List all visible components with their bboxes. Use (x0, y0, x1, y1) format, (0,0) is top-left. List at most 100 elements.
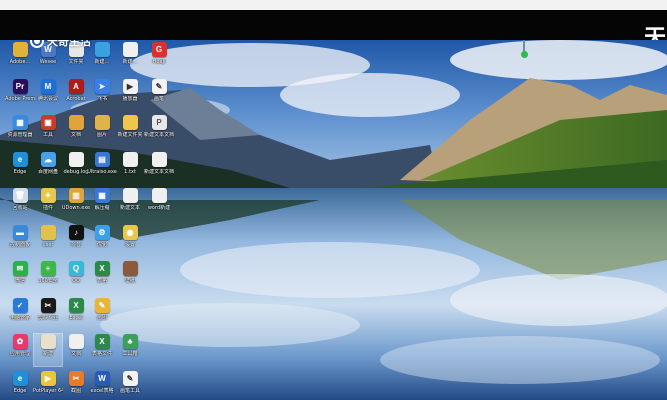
excel-icon: X (68, 297, 84, 313)
app-icon: ♣ (122, 334, 138, 349)
desktop-icon[interactable]: 新建… (116, 42, 144, 74)
desktop-icon[interactable]: 新建文件夹 (116, 115, 144, 147)
desktop-icon-label: 电脑管家 (9, 314, 30, 321)
desktop-icon-label: 回收站 (12, 205, 28, 211)
desktop-icon[interactable]: ▤ Ultraiso.exe (87, 151, 117, 184)
app-icon: ✂ (68, 370, 84, 386)
desktop-icon[interactable]: ♪ 抖音 (62, 224, 90, 257)
desktop-icon[interactable]: +360安全 (34, 261, 62, 293)
desktop-icon[interactable]: ✂ 剪映专业 (34, 297, 62, 330)
desktop-icon-label: 新建文本文档 (144, 168, 174, 175)
edge-icon: e (12, 370, 28, 386)
desktop-icon-label: Ultraiso.exe (87, 168, 117, 175)
document-icon (122, 151, 138, 167)
desktop-icon-label: Edge (13, 387, 27, 394)
desktop-icon[interactable]: user (34, 224, 62, 257)
desktop-icon[interactable]: ▣ 工具 (34, 115, 62, 147)
capcut-icon: ✂ (40, 297, 56, 313)
desktop-icon[interactable]: ▥ UDown.exe (62, 188, 90, 220)
acrobat-icon: A (68, 78, 84, 94)
desktop-icon[interactable]: 新建… (88, 42, 116, 74)
tiktok-icon: ♪ (68, 224, 84, 240)
desktop-icon[interactable]: 新建文本文档 (144, 151, 174, 184)
desktop-icon[interactable]: ✉ 微信 (6, 261, 34, 293)
desktop-icon-label: 插件 (42, 205, 53, 211)
app-icon: ✿ (12, 334, 28, 349)
edge-icon: e (12, 151, 28, 167)
desktop-icon[interactable]: X Excel (62, 297, 90, 330)
app-icon: ▶ (122, 78, 138, 94)
desktop-icon[interactable]: ▦ 解压缩 (88, 188, 116, 220)
desktop-icon[interactable]: 壁纸 (116, 261, 144, 293)
desktop-icon[interactable]: ⚙ 优化 (88, 224, 116, 257)
desktop-icon[interactable]: ✓ 电脑管家 (6, 297, 34, 330)
desktop-icon-label: 表格文件 (91, 351, 112, 357)
desktop-icon[interactable]: 新建 (33, 333, 63, 367)
desktop-icon[interactable]: PrAdobe Premiere (5, 78, 35, 111)
desktop-icon-label: Edge (13, 168, 27, 175)
word-icon: W (94, 370, 110, 386)
desktop-icon-label: 新建文本文档.pdf (144, 132, 174, 138)
wechat-icon: ✉ (12, 261, 28, 276)
folder-icon (68, 115, 84, 130)
desktop-icon[interactable]: 1.txt (116, 151, 144, 184)
desktop-icon-label: 百度网盘 (37, 168, 58, 175)
desktop-icon[interactable]: debug.log (62, 151, 90, 184)
desktop-icon[interactable]: X 表格文件 (88, 334, 116, 366)
desktop-icon[interactable]: ▶ PotPlayer 64 (33, 370, 63, 400)
watermark-logo-icon (30, 40, 44, 48)
desktop-icon-label: 新建… (94, 59, 110, 65)
desktop-icon[interactable]: ✂ 截图 (62, 370, 90, 400)
desktop-icon[interactable]: 新建文本 (116, 188, 144, 220)
desktop-icon-label: 画笔 (153, 95, 164, 102)
desktop-icon-label: 新建 (42, 351, 53, 357)
desktop-icon[interactable]: G HuaJi (145, 42, 173, 74)
desktop-icon[interactable]: e Edge (6, 370, 34, 400)
desktop-icon[interactable]: ♣ 工具箱 (116, 334, 144, 366)
desktop[interactable]: 天奇生活 Adobe… W Wesee 文件夹 新建… 新建… G HuaJi Pr Adobe … (0, 40, 667, 400)
app-icon: ➤ (94, 78, 110, 94)
desktop-icon[interactable]: ✎ 画图 (88, 297, 116, 330)
desktop-icon[interactable]: A Acrobat (62, 78, 90, 111)
app-icon: ▣ (40, 115, 56, 130)
desktop-icon[interactable]: 图片 (88, 115, 116, 147)
document-icon (151, 188, 167, 203)
desktop-icon[interactable]: X 表格 (88, 261, 116, 293)
desktop-icon[interactable]: ✿ 应用管理 (6, 334, 34, 366)
desktop-icon-label: 资源管理器 (7, 132, 33, 138)
desktop-icon-label: Adobe Premiere (5, 95, 35, 102)
desktop-icon[interactable]: word新建 (145, 188, 173, 220)
desktop-icon[interactable]: ▬ 控制面板 (6, 224, 34, 257)
desktop-icon[interactable]: ➤ 飞书 (88, 78, 116, 111)
desktop-icon[interactable]: M 腾讯会议 (34, 78, 62, 111)
desktop-icon-label: 画笔工具 (119, 387, 140, 394)
desktop-icon[interactable]: ✎ 画笔工具 (116, 370, 144, 400)
desktop-icon[interactable]: 🗑 回收站 (6, 188, 34, 220)
desktop-icon[interactable]: e Edge (6, 151, 34, 184)
watermark-text: 天奇生活 (47, 40, 91, 48)
app-icon: + (40, 261, 56, 276)
desktop-icon[interactable]: ✎ 画笔 (145, 78, 173, 111)
screen-top-bar: 天 (0, 10, 667, 51)
desktop-icon[interactable]: Q QQ (62, 261, 90, 293)
desktop-icon[interactable]: ▶ 播放器 (116, 78, 144, 111)
desktop-icon-label: 剪映专业 (37, 314, 58, 321)
app-icon: ◉ (122, 224, 138, 240)
app-icon: ▦ (12, 115, 28, 130)
desktop-icon[interactable]: P 新建文本文档.pdf (144, 115, 174, 147)
desktop-icon-label: 壁纸 (124, 278, 135, 284)
premiere-icon: Pr (12, 78, 28, 94)
desktop-icon[interactable]: ◉ 设置 (116, 224, 144, 257)
app-icon: ▦ (94, 188, 110, 203)
desktop-icon[interactable]: 文档 (62, 334, 90, 366)
cloud-icon: ☁ (40, 151, 56, 167)
desktop-icon-label: 新建… (122, 59, 138, 65)
desktop-icon[interactable]: ▦ 资源管理器 (6, 115, 34, 147)
desktop-icon[interactable]: 文档 (62, 115, 90, 147)
folder-icon (122, 115, 138, 130)
desktop-icon[interactable]: ☁ 百度网盘 (34, 151, 62, 184)
desktop-icon[interactable]: ✦ 插件 (34, 188, 62, 220)
desktop-icon[interactable]: Wexcel表格 (88, 370, 116, 400)
shield-icon: ✓ (12, 297, 28, 313)
map-pin-icon (521, 40, 528, 62)
